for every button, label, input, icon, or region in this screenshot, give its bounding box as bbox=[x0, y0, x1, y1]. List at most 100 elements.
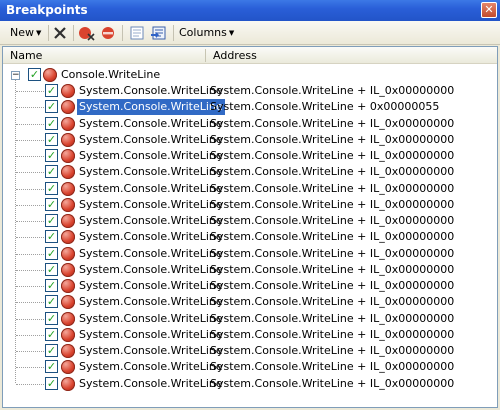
breakpoint-icon bbox=[61, 246, 75, 261]
checkbox[interactable]: ✓ bbox=[45, 311, 58, 325]
new-button[interactable]: New ▼ bbox=[10, 24, 41, 42]
breakpoint-row[interactable]: ✓ System.Console.WriteLine System.Console.… bbox=[3, 278, 497, 294]
breakpoint-icon bbox=[61, 295, 75, 310]
breakpoint-address: System.Console.WriteLine + IL_0x00000000 bbox=[210, 149, 455, 162]
breakpoint-address: System.Console.WriteLine + IL_0x00000000 bbox=[210, 327, 455, 341]
collapse-icon[interactable]: − bbox=[11, 71, 20, 80]
breakpoint-row[interactable]: ✓ System.Console.WriteLine System.Console.… bbox=[3, 327, 497, 343]
breakpoint-icon bbox=[61, 100, 75, 115]
breakpoint-name: System.Console.WriteLine bbox=[77, 99, 225, 116]
checkbox[interactable]: ✓ bbox=[45, 230, 58, 244]
checkbox[interactable]: ✓ bbox=[45, 181, 58, 195]
title-bar[interactable]: Breakpoints ✕ bbox=[0, 0, 500, 21]
breakpoint-row[interactable]: ✓ System.Console.WriteLine System.Console.… bbox=[3, 229, 497, 245]
breakpoint-address: System.Console.WriteLine + IL_0x00000000 bbox=[210, 262, 455, 276]
checkbox[interactable]: ✓ bbox=[45, 327, 58, 341]
breakpoint-row[interactable]: ✓ System.Console.WriteLine System.Console.… bbox=[3, 83, 497, 99]
delete-button[interactable] bbox=[53, 24, 69, 42]
breakpoint-row[interactable]: ✓ System.Console.WriteLine System.Console.… bbox=[3, 116, 497, 132]
breakpoint-address: System.Console.WriteLine + IL_0x00000000 bbox=[210, 344, 455, 357]
disable-all-icon bbox=[102, 27, 114, 39]
breakpoint-icon bbox=[61, 230, 75, 245]
chevron-down-icon: ▼ bbox=[228, 29, 235, 37]
checkbox[interactable]: ✓ bbox=[45, 149, 58, 162]
column-header-name[interactable]: Name bbox=[3, 47, 205, 64]
breakpoint-row[interactable]: ✓ System.Console.WriteLine System.Console.… bbox=[3, 359, 497, 375]
checkbox[interactable]: ✓ bbox=[45, 360, 58, 374]
goto-source-button[interactable] bbox=[128, 24, 146, 42]
tree-connector bbox=[16, 286, 44, 287]
goto-disassembly-icon bbox=[151, 26, 166, 40]
breakpoint-address: System.Console.WriteLine + IL_0x00000000 bbox=[210, 376, 455, 390]
column-header-address[interactable]: Address bbox=[206, 47, 496, 64]
tree-connector bbox=[16, 351, 44, 352]
toolbar-separator bbox=[48, 25, 49, 41]
tree-connector bbox=[16, 107, 44, 109]
columns-button-label: Columns bbox=[179, 26, 227, 39]
breakpoint-row[interactable]: ✓ System.Console.WriteLine System.Console.… bbox=[3, 262, 497, 278]
breakpoint-icon bbox=[61, 214, 75, 228]
checkbox[interactable]: ✓ bbox=[45, 344, 58, 357]
columns-button[interactable]: Columns ▼ bbox=[179, 24, 234, 42]
breakpoint-name: System.Console.WriteLine bbox=[79, 295, 223, 309]
breakpoint-row[interactable]: ✓ System.Console.WriteLine System.Console.… bbox=[3, 181, 497, 197]
breakpoint-address: System.Console.WriteLine + IL_0x00000000 bbox=[210, 197, 455, 211]
tree-connector bbox=[16, 367, 44, 369]
breakpoint-row[interactable]: ✓ System.Console.WriteLine System.Console.… bbox=[3, 213, 497, 229]
checkbox[interactable]: ✓ bbox=[45, 84, 58, 97]
breakpoint-icon bbox=[61, 197, 75, 212]
breakpoint-icon bbox=[61, 116, 75, 131]
breakpoint-row[interactable]: ✓ System.Console.WriteLine System.Console.… bbox=[3, 343, 497, 359]
checkbox[interactable]: ✓ bbox=[45, 116, 58, 130]
tree-connector bbox=[16, 269, 44, 271]
breakpoint-name: System.Console.WriteLine bbox=[79, 230, 223, 244]
breakpoint-name: System.Console.WriteLine bbox=[79, 165, 223, 179]
checkbox[interactable]: ✓ bbox=[45, 279, 58, 292]
breakpoint-row[interactable]: ✓ System.Console.WriteLine System.Console.… bbox=[3, 99, 497, 116]
disable-all-button[interactable] bbox=[100, 24, 118, 42]
breakpoint-icon bbox=[61, 165, 75, 180]
breakpoint-name: System.Console.WriteLine bbox=[79, 132, 223, 146]
breakpoint-row[interactable]: ✓ System.Console.WriteLine System.Console.… bbox=[3, 246, 497, 262]
tree-connector bbox=[16, 221, 44, 222]
tree-connector bbox=[16, 172, 44, 174]
checkbox[interactable]: ✓ bbox=[45, 376, 58, 390]
checkbox[interactable]: ✓ bbox=[45, 214, 58, 227]
tree-connector bbox=[16, 237, 44, 239]
breakpoint-row[interactable]: ✓ System.Console.WriteLine System.Console.… bbox=[3, 148, 497, 164]
breakpoint-icon bbox=[61, 360, 75, 375]
checkbox[interactable]: ✓ bbox=[45, 246, 58, 260]
breakpoint-row[interactable]: ✓ System.Console.WriteLine System.Console.… bbox=[3, 132, 497, 148]
breakpoint-row[interactable]: ✓ System.Console.WriteLine System.Console.… bbox=[3, 164, 497, 180]
breakpoints-window: Breakpoints ✕ New ▼ Columns ▼ Name Addre… bbox=[0, 0, 500, 410]
checkbox[interactable]: ✓ bbox=[28, 68, 41, 81]
column-header-row: Name Address bbox=[3, 47, 497, 64]
close-button[interactable]: ✕ bbox=[481, 2, 497, 18]
tree-connector bbox=[16, 253, 44, 255]
breakpoint-row[interactable]: ✓ System.Console.WriteLine System.Console.… bbox=[3, 294, 497, 310]
breakpoints-list[interactable]: Name Address − ✓ Console.WriteLine ✓ Syst… bbox=[2, 46, 498, 408]
breakpoint-address: System.Console.WriteLine + IL_0x00000000 bbox=[210, 311, 455, 325]
checkbox[interactable]: ✓ bbox=[45, 197, 58, 211]
delete-all-icon bbox=[79, 27, 95, 41]
breakpoint-name: System.Console.WriteLine bbox=[79, 279, 223, 292]
breakpoint-address: System.Console.WriteLine + IL_0x00000000 bbox=[210, 132, 455, 146]
checkbox[interactable]: ✓ bbox=[45, 262, 58, 276]
breakpoint-address: System.Console.WriteLine + IL_0x00000000 bbox=[210, 165, 455, 179]
checkbox[interactable]: ✓ bbox=[45, 132, 58, 146]
breakpoint-row[interactable]: ✓ System.Console.WriteLine System.Console.… bbox=[3, 197, 497, 213]
checkbox[interactable]: ✓ bbox=[45, 100, 58, 114]
breakpoint-address: System.Console.WriteLine + 0x00000055 bbox=[210, 100, 440, 114]
checkbox[interactable]: ✓ bbox=[45, 165, 58, 179]
tree-root-row[interactable]: − ✓ Console.WriteLine bbox=[3, 67, 497, 83]
goto-disassembly-button[interactable] bbox=[150, 24, 168, 42]
breakpoint-row[interactable]: ✓ System.Console.WriteLine System.Console.… bbox=[3, 311, 497, 327]
delete-all-button[interactable] bbox=[78, 24, 96, 42]
tree-connector bbox=[16, 204, 44, 206]
checkbox[interactable]: ✓ bbox=[45, 295, 58, 309]
breakpoint-address: System.Console.WriteLine + IL_0x00000000 bbox=[210, 360, 455, 374]
breakpoint-address: System.Console.WriteLine + IL_0x00000000 bbox=[210, 246, 455, 260]
root-label: Console.WriteLine bbox=[61, 68, 161, 81]
tree-connector bbox=[16, 123, 44, 125]
breakpoint-row[interactable]: ✓ System.Console.WriteLine System.Console.… bbox=[3, 376, 497, 392]
